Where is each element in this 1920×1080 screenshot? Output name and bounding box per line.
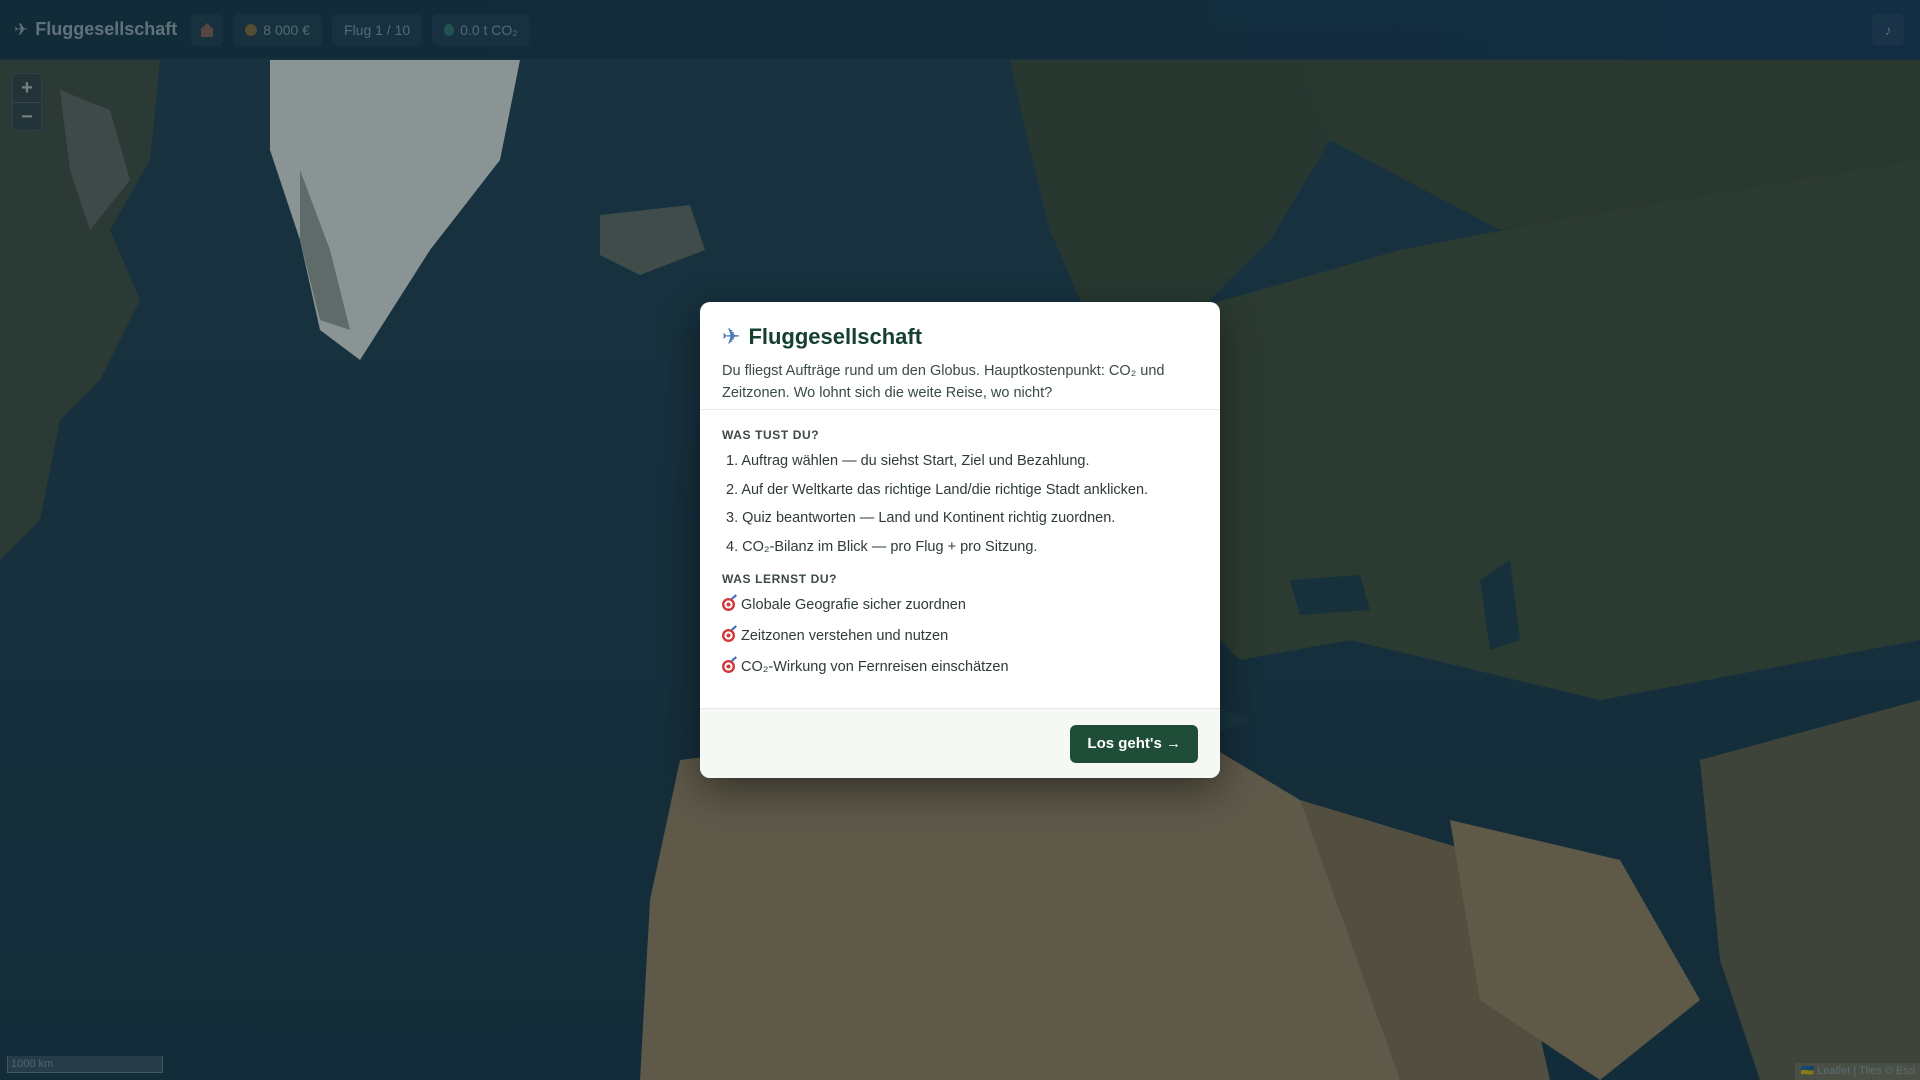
dialog-title-text: Fluggesellschaft [748,324,923,349]
dialog-body: WAS TUST DU? 1. Auftrag wählen — du sieh… [700,410,1220,677]
goals-list: Globale Geografie sicher zuordnen Zeitzo… [722,595,1198,677]
list-item: Globale Geografie sicher zuordnen [722,595,1198,615]
goal-text: Globale Geografie sicher zuordnen [741,596,966,613]
goal-text: CO₂-Wirkung von Fernreisen einschätzen [741,658,1009,675]
steps-list: 1. Auftrag wählen — du siehst Start, Zie… [722,451,1198,558]
dialog-footer: Los geht's → [700,708,1220,778]
dialog-subtitle: Du fliegst Aufträge rund um den Globus. … [722,363,1165,401]
target-icon [722,660,735,673]
list-item: 2. Auf der Weltkarte das richtige Land/d… [726,481,1149,498]
start-button[interactable]: Los geht's → [1070,724,1198,763]
dialog-title: ✈ Fluggesellschaft [722,324,1198,350]
list-item: 4. CO₂-Bilanz im Blick — pro Flug + pro … [726,538,1038,555]
list-item: 3. Quiz beantworten — Land und Kontinent… [726,510,1116,526]
list-item: CO₂-Wirkung von Fernreisen einschätzen [722,657,1198,677]
dialog-header: ✈ Fluggesellschaft Du fliegst Aufträge r… [700,302,1220,410]
list-item: Zeitzonen verstehen und nutzen [722,626,1198,646]
list-item: 1. Auftrag wählen — du siehst Start, Zie… [726,453,1090,469]
learn-heading: WAS LERNST DU? [722,571,838,586]
target-icon [722,629,735,642]
what-heading: WAS TUST DU? [722,428,820,442]
airplane-icon: ✈ [722,324,741,349]
goal-text: Zeitzonen verstehen und nutzen [741,627,949,644]
intro-dialog: ✈ Fluggesellschaft Du fliegst Aufträge r… [700,302,1220,778]
target-icon [722,598,735,611]
